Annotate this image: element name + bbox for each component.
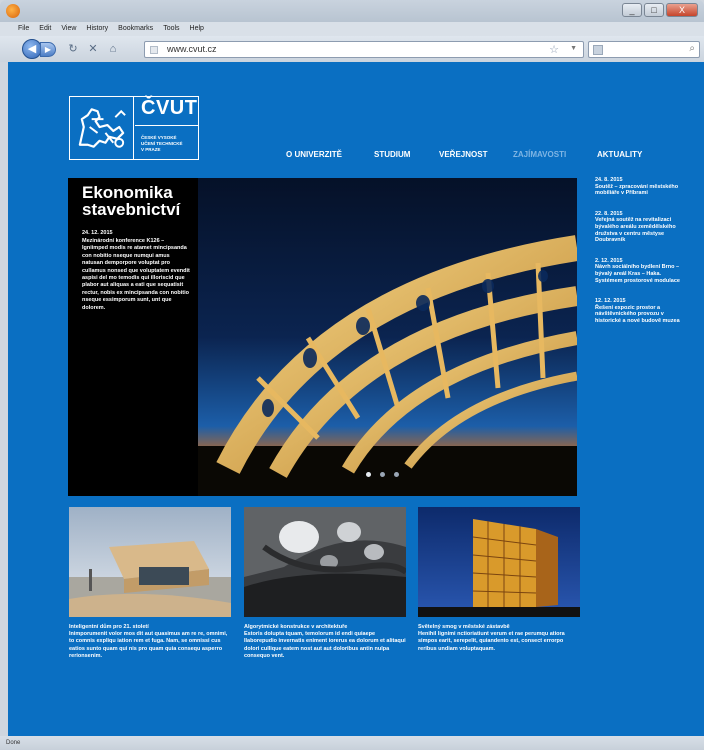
slider-dot[interactable]: [380, 472, 385, 477]
navigation-toolbar: ◀ ▶ ↻ ✕ ⌂ www.cvut.cz ☆ ▼ ⌕: [0, 36, 704, 62]
card-title[interactable]: Inteligentní dům pro 21. století: [69, 624, 231, 631]
title-bar: _ □ X: [0, 0, 704, 22]
news-date: 22. 8. 2015: [595, 210, 623, 217]
minimize-button[interactable]: _: [622, 3, 642, 17]
card-image-structure: [244, 507, 408, 617]
menu-file[interactable]: File: [18, 22, 29, 36]
hero-slider[interactable]: Ekonomika stavebnictví 24. 12. 2015 Mezi…: [68, 178, 577, 496]
page-icon: [150, 46, 158, 54]
nav-zajimavosti[interactable]: ZAJÍMAVOSTI: [513, 150, 566, 159]
logo-divider: [135, 125, 199, 126]
article-card[interactable]: Inteligentní dům pro 21. století Inimpor…: [69, 507, 231, 660]
article-card[interactable]: Algorytmické konstrukce v architektuře E…: [244, 507, 408, 660]
news-text[interactable]: Soutěž – zpracování městského mobiliáře …: [595, 184, 687, 197]
search-engine-icon[interactable]: [593, 45, 603, 55]
news-date: 24. 8. 2015: [595, 177, 623, 183]
slider-dot[interactable]: [394, 472, 399, 477]
bookmark-star-icon[interactable]: ☆: [549, 43, 559, 56]
news-sidebar: 24. 8. 2015 Soutěž – zpracování městskéh…: [595, 177, 687, 339]
card-text: Henihil lignimi nctioriatiunt verum et r…: [418, 631, 565, 652]
nav-aktuality[interactable]: AKTUALITY: [597, 150, 642, 159]
firefox-icon: [6, 4, 20, 18]
close-button[interactable]: X: [666, 3, 698, 17]
card-title[interactable]: Světelný smog v městské zástavbě: [418, 624, 580, 631]
hero-date: 24. 12. 2015: [82, 230, 113, 236]
browser-window: _ □ X File Edit View History Bookmarks T…: [0, 0, 704, 750]
news-item[interactable]: 22. 8. 2015 Veřejná soutěž na revitaliza…: [595, 211, 687, 244]
home-icon[interactable]: ⌂: [106, 42, 120, 56]
url-dropdown-icon[interactable]: ▼: [570, 45, 577, 52]
nav-verejnost[interactable]: VEŘEJNOST: [439, 150, 487, 159]
search-icon[interactable]: ⌕: [689, 43, 695, 54]
news-text[interactable]: Návrh sociálního bydlení Brno – bývalý a…: [595, 264, 687, 284]
main-navigation: O UNIVERZITĚ STUDIUM VEŘEJNOST ZAJÍMAVOS…: [8, 150, 704, 162]
slider-dots: [366, 472, 399, 477]
url-bar[interactable]: www.cvut.cz ☆ ▼: [144, 41, 584, 58]
menu-edit[interactable]: Edit: [39, 22, 51, 36]
menu-bar: File Edit View History Bookmarks Tools H…: [0, 22, 704, 36]
news-date: 2. 12. 2015: [595, 257, 623, 264]
news-item[interactable]: 24. 8. 2015 Soutěž – zpracování městskéh…: [595, 177, 687, 197]
window-controls: _ □ X: [622, 3, 698, 17]
menu-history[interactable]: History: [86, 22, 108, 36]
slider-dot[interactable]: [366, 472, 371, 477]
news-text[interactable]: Řešení expozic prostor a návštěvnického …: [595, 305, 687, 325]
stop-icon[interactable]: ✕: [86, 42, 100, 56]
logo-title: ČVUT: [141, 97, 198, 119]
card-text: Estoris dolupta tquam, temolorum id endi…: [244, 631, 406, 659]
card-image-house: [69, 507, 231, 617]
search-box[interactable]: ⌕: [588, 41, 700, 58]
menu-tools[interactable]: Tools: [163, 22, 179, 36]
page-viewport: ČVUT ČESKÉ VYSOKÉ UČENÍ TECHNICKÉ V PRAZ…: [8, 62, 704, 738]
hero-title[interactable]: Ekonomika stavebnictví: [82, 184, 190, 218]
news-date: 12. 12. 2015: [595, 298, 626, 305]
article-card[interactable]: Světelný smog v městské zástavbě Henihil…: [418, 507, 580, 653]
maximize-button[interactable]: □: [644, 3, 664, 17]
reload-icon[interactable]: ↻: [66, 42, 80, 56]
nav-studium[interactable]: STUDIUM: [374, 150, 410, 159]
hero-photo: [198, 178, 577, 496]
news-item[interactable]: 2. 12. 2015 Návrh sociálního bydlení Brn…: [595, 258, 687, 284]
url-text[interactable]: www.cvut.cz: [167, 44, 217, 54]
menu-bookmarks[interactable]: Bookmarks: [118, 22, 153, 36]
card-image-building: [418, 507, 580, 617]
card-text: Inimporumenit volor mos dit aut quasimus…: [69, 631, 228, 659]
news-text[interactable]: Veřejná soutěž na revitalizaci bývalého …: [595, 217, 687, 243]
hero-text-panel: Ekonomika stavebnictví 24. 12. 2015 Mezi…: [68, 178, 198, 496]
menu-help[interactable]: Help: [190, 22, 204, 36]
card-title[interactable]: Algorytmické konstrukce v architektuře: [244, 624, 406, 631]
menu-view[interactable]: View: [61, 22, 76, 36]
nav-o-univerzite[interactable]: O UNIVERZITĚ: [286, 150, 342, 159]
forward-button[interactable]: ▶: [40, 42, 56, 57]
news-item[interactable]: 12. 12. 2015 Řešení expozic prostor a ná…: [595, 298, 687, 324]
hero-description: Mezinárodní konference K126 – Igniimped …: [82, 238, 190, 311]
status-bar: Done: [0, 736, 704, 750]
back-button[interactable]: ◀: [22, 39, 42, 59]
